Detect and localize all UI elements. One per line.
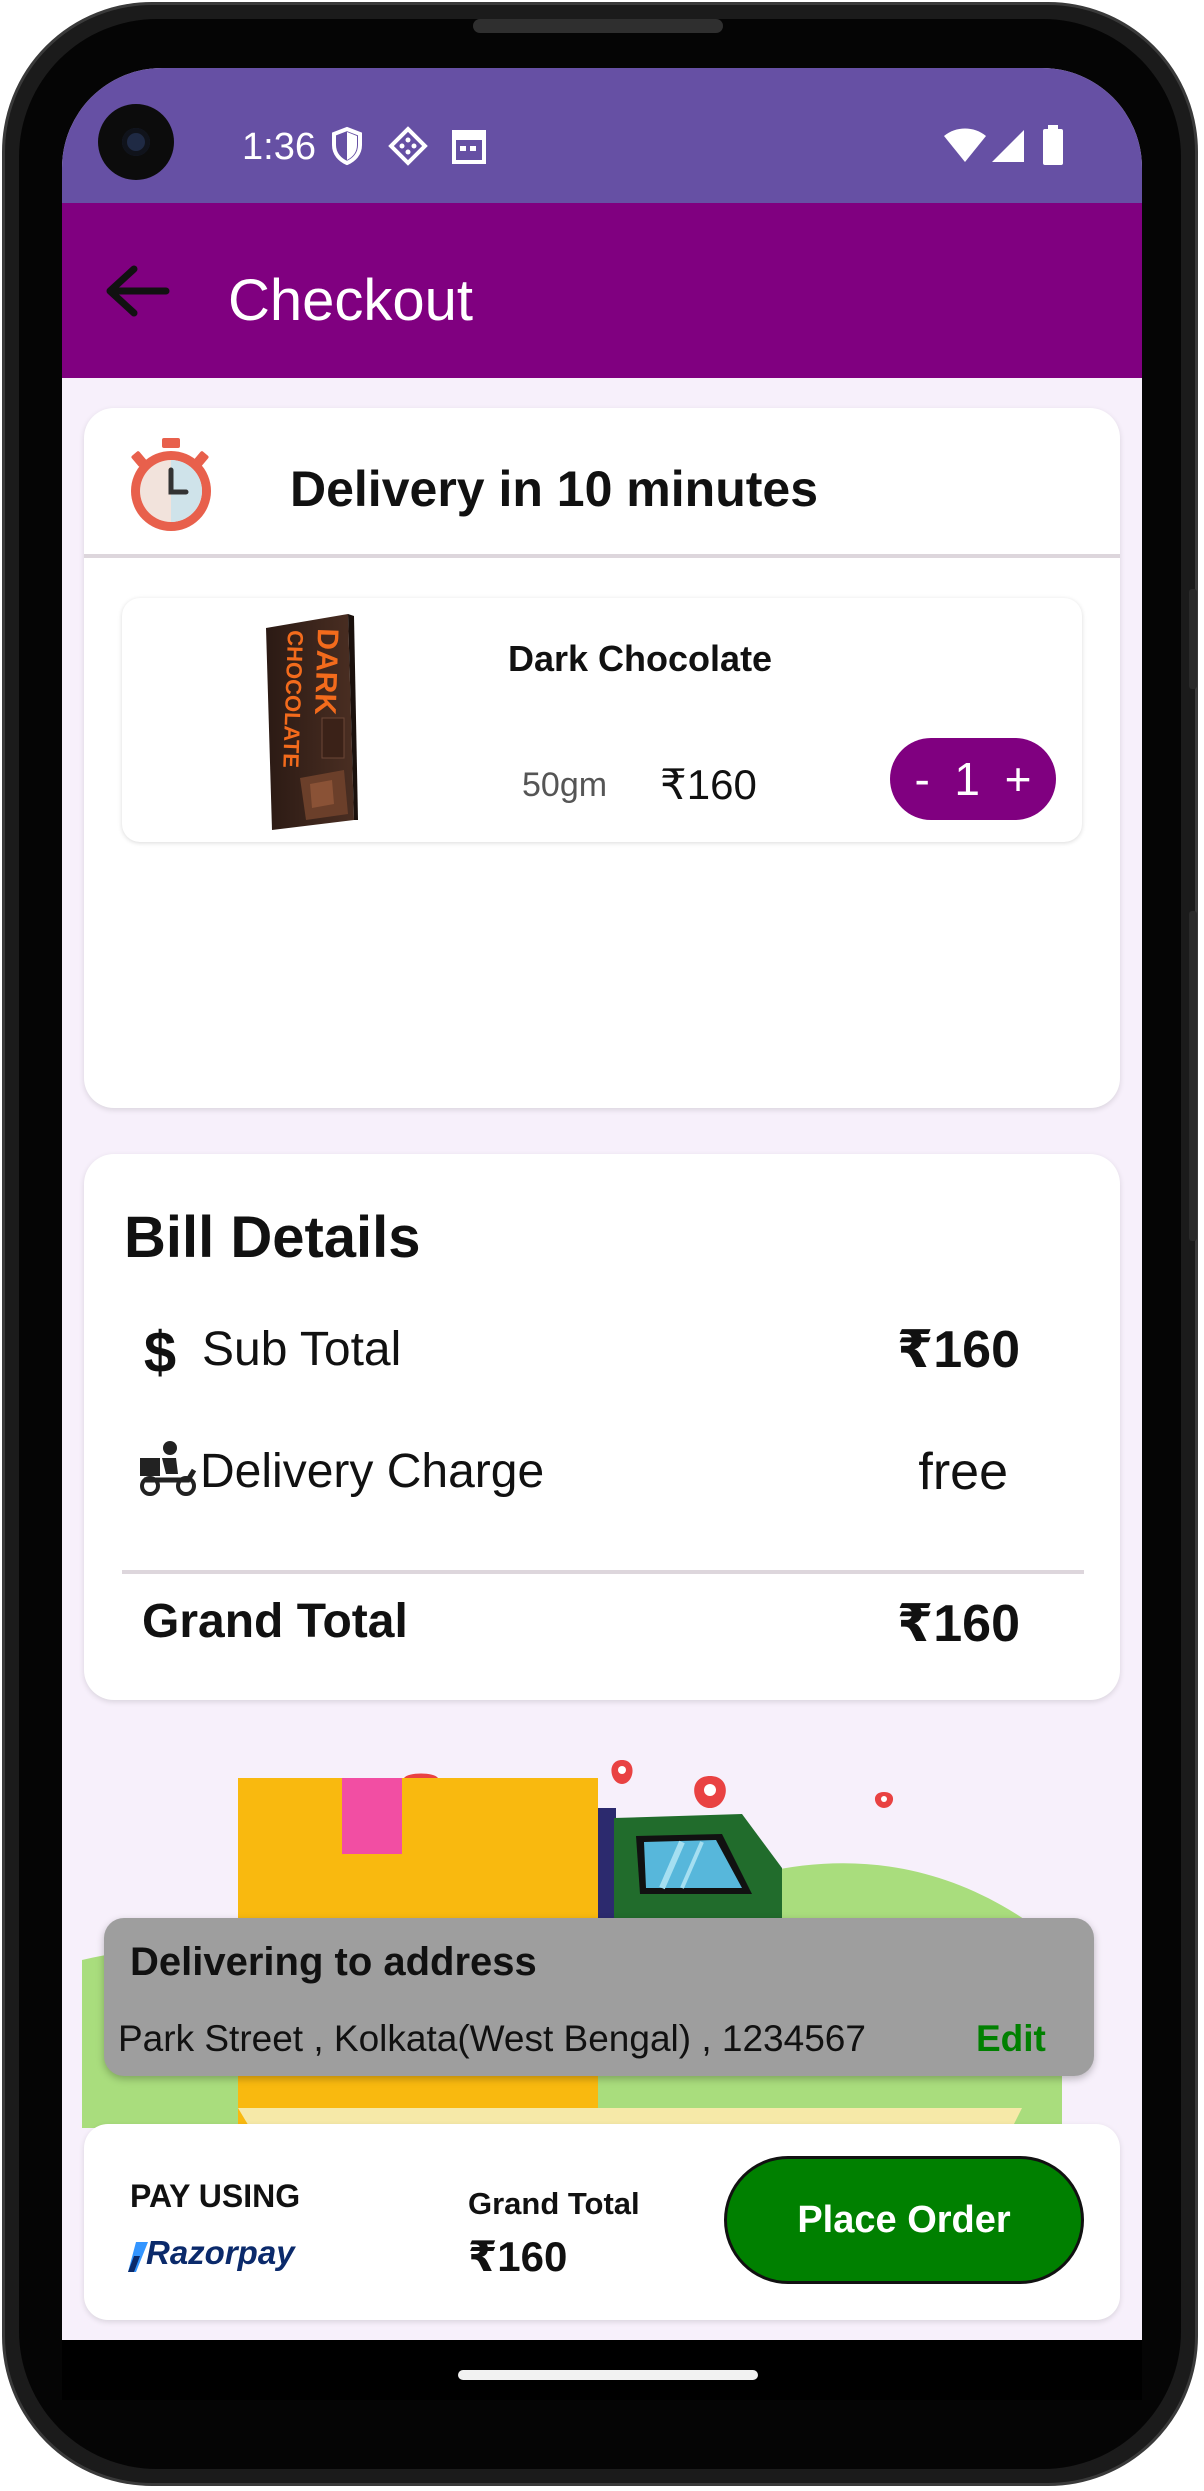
decrease-quantity-button[interactable]: -	[915, 752, 930, 806]
home-indicator[interactable]	[458, 2370, 758, 2380]
chocolate-product-image: DARK CHOCOLATE	[266, 614, 358, 830]
address-text: Park Street , Kolkata(West Bengal) , 123…	[118, 2018, 866, 2059]
item-price: ₹160	[660, 761, 757, 808]
place-order-button[interactable]: Place Order	[724, 2156, 1084, 2284]
earpiece-speaker	[473, 19, 723, 33]
map-pin-icon	[611, 1760, 633, 1794]
calendar-icon	[452, 130, 486, 164]
sim-diamond-icon	[388, 126, 428, 166]
cell-signal-icon	[992, 130, 1024, 162]
quantity-stepper: - 1 +	[890, 738, 1056, 820]
increase-quantity-button[interactable]: +	[1005, 752, 1032, 806]
item-name: Dark Chocolate	[508, 638, 773, 679]
bill-divider	[122, 1570, 1084, 1574]
delivery-charge-value: free	[918, 1443, 1008, 1501]
app-bar: Checkout	[62, 203, 1142, 378]
delivery-charge-label: Delivery Charge	[200, 1445, 545, 1498]
front-camera	[98, 104, 174, 180]
status-time: 1:36	[242, 126, 316, 168]
payment-bar: PAY USING Razorpay Grand Total ₹160 Plac…	[84, 2124, 1120, 2320]
bill-details-card: Bill Details $ Sub Total ₹160 Delivery C…	[84, 1154, 1120, 1700]
stopwatch-icon	[131, 438, 211, 531]
pay-using-label: PAY USING	[130, 2178, 301, 2214]
map-pin-icon	[874, 1792, 894, 1816]
screen: 1:36 Checkout Delivery in 10 minutes DAR…	[62, 68, 1142, 2400]
dollar-icon: $	[144, 1322, 176, 1380]
razorpay-logo-icon	[128, 2242, 148, 2272]
address-title: Delivering to address	[130, 1940, 537, 1984]
grand-total-label: Grand Total	[142, 1595, 408, 1648]
back-arrow-icon[interactable]	[102, 261, 172, 321]
battery-icon	[1043, 125, 1063, 165]
card-divider	[84, 554, 1120, 558]
footer-grand-total-label: Grand Total	[468, 2186, 640, 2221]
delivery-time-title: Delivery in 10 minutes	[290, 461, 819, 517]
package-text-chocolate: CHOCOLATE	[278, 630, 308, 768]
wifi-icon	[944, 128, 986, 162]
footer-grand-total-value: ₹160	[468, 2233, 568, 2280]
volume-button	[1189, 589, 1197, 689]
package-text-dark: DARK	[308, 628, 344, 716]
sub-total-value: ₹160	[897, 1321, 1020, 1379]
power-button	[1189, 911, 1197, 1241]
map-pin-icon	[694, 1776, 726, 1820]
delivery-address-panel: Delivering to address Park Street , Kolk…	[104, 1918, 1094, 2076]
page-title: Checkout	[228, 268, 474, 333]
grand-total-value: ₹160	[897, 1595, 1020, 1653]
item-weight: 50gm	[522, 766, 608, 804]
delivery-card: Delivery in 10 minutes DARK CHOCOLATE Da…	[84, 408, 1120, 1108]
delivery-scooter-icon	[140, 1441, 197, 1496]
cart-item: DARK CHOCOLATE Dark Chocolate 50gm ₹160 …	[122, 598, 1082, 842]
quantity-value: 1	[954, 753, 981, 805]
bill-details-title: Bill Details	[124, 1205, 421, 1270]
svg-text:$: $	[144, 1322, 176, 1380]
status-bar: 1:36	[62, 68, 1142, 203]
payment-provider[interactable]: Razorpay	[146, 2234, 295, 2272]
shield-icon	[332, 126, 362, 166]
edit-address-button[interactable]: Edit	[976, 2018, 1046, 2060]
sub-total-label: Sub Total	[202, 1323, 402, 1376]
